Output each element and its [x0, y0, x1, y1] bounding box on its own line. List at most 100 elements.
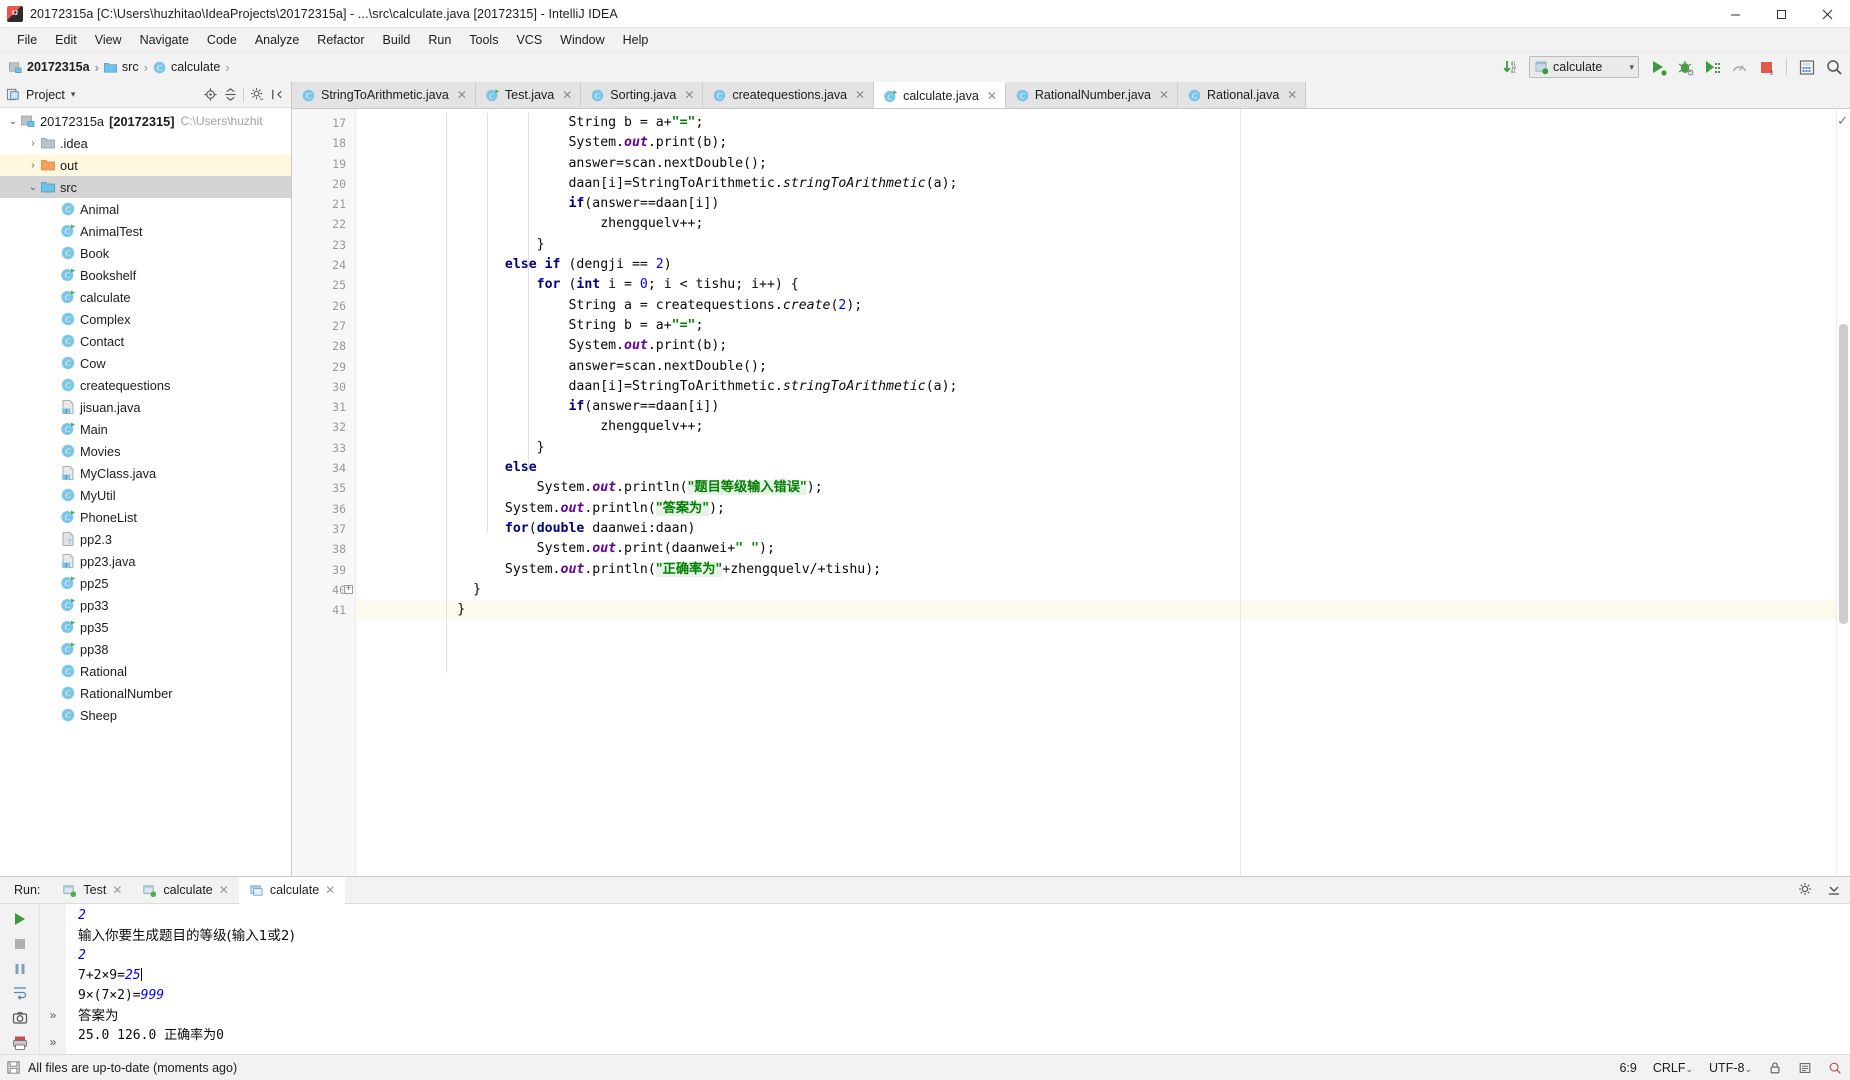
code-line[interactable]: System.out.print(daanwei+" "); [356, 539, 1836, 559]
close-icon[interactable]: ✕ [562, 88, 572, 102]
code-line[interactable]: else if (dengji == 2) [356, 255, 1836, 275]
tree-item-pp38[interactable]: Cpp38 [0, 638, 291, 660]
settings-icon[interactable] [247, 85, 267, 105]
lock-icon[interactable] [1768, 1061, 1782, 1075]
chevron-right-icon[interactable]: › [26, 160, 40, 171]
tree-item-animal[interactable]: C Animal [0, 198, 291, 220]
close-icon[interactable]: ✕ [112, 883, 122, 897]
expand-left-icon[interactable]: » [40, 1003, 66, 1027]
run-tab-calculate[interactable]: calculate ✕ [238, 876, 346, 904]
tree-item--idea[interactable]: › .idea [0, 132, 291, 154]
wrap-text-icon[interactable] [7, 982, 33, 1005]
minimize-button[interactable] [1712, 0, 1758, 28]
tree-item-contact[interactable]: C Contact [0, 330, 291, 352]
code-line[interactable]: for (int i = 0; i < tishu; i++) { [356, 275, 1836, 295]
code-line[interactable]: } [356, 600, 1836, 621]
code-line[interactable]: String b = a+"="; [356, 316, 1836, 336]
editor-tab-calculate-java[interactable]: Ccalculate.java ✕ [874, 82, 1006, 108]
tree-item-main[interactable]: C Main [0, 418, 291, 440]
line-number-gutter[interactable]: 17 18 19 20 21 22 23 24 25 26 27 28 29 30 31 32 33 34 35 36… [292, 109, 356, 876]
locate-icon[interactable] [200, 85, 220, 105]
tree-item-cow[interactable]: C Cow [0, 352, 291, 374]
chevron-right-icon[interactable]: › [26, 138, 40, 149]
menu-item-code[interactable]: Code [198, 30, 246, 50]
tree-item-jisuan-java[interactable]: Jjisuan.java [0, 396, 291, 418]
find-icon[interactable] [1822, 55, 1846, 79]
tree-item-phonelist[interactable]: C PhoneList [0, 506, 291, 528]
menu-item-build[interactable]: Build [374, 30, 420, 50]
code-line[interactable]: else [356, 458, 1836, 478]
project-tree[interactable]: ⌄ 20172315a [20172315] C:\Users\huzhit › .ide… [0, 108, 291, 876]
close-icon[interactable]: ✕ [1287, 88, 1297, 102]
tree-item-createquestions[interactable]: Ccreatequestions [0, 374, 291, 396]
tree-item-pp33[interactable]: Cpp33 [0, 594, 291, 616]
code-line[interactable]: System.out.print(b); [356, 336, 1836, 356]
chevron-down-icon[interactable]: ▾ [71, 89, 76, 100]
close-icon[interactable]: ✕ [684, 88, 694, 102]
code-line[interactable]: System.out.println("正确率为"+zhengquelv/+ti… [356, 560, 1836, 580]
print-icon[interactable] [7, 1031, 33, 1054]
code-line[interactable]: daan[i]=StringToArithmetic.stringToArith… [356, 174, 1836, 194]
code-line[interactable]: System.out.println("答案为"); [356, 499, 1836, 519]
menu-item-tools[interactable]: Tools [460, 30, 507, 50]
event-log-icon[interactable] [1798, 1061, 1812, 1075]
debug-icon[interactable] [1673, 55, 1697, 79]
code-line[interactable]: zhengquelv++; [356, 417, 1836, 437]
breadcrumb-item-src[interactable]: src › [103, 60, 152, 75]
menu-item-vcs[interactable]: VCS [507, 30, 551, 50]
tree-item-src[interactable]: ⌄ src [0, 176, 291, 198]
maximize-button[interactable] [1758, 0, 1804, 28]
tree-item-rational[interactable]: C Rational [0, 660, 291, 682]
caret-position[interactable]: 6:9 [1619, 1061, 1636, 1075]
hide-panel-icon[interactable] [1824, 880, 1844, 900]
code-line[interactable]: String b = a+"="; [356, 113, 1836, 133]
close-icon[interactable]: ✕ [1159, 88, 1169, 102]
rerun-icon[interactable] [7, 908, 33, 931]
editor-scrollbar[interactable] [1837, 109, 1850, 876]
profile-icon[interactable] [1727, 55, 1751, 79]
menu-item-run[interactable]: Run [419, 30, 460, 50]
close-icon[interactable]: ✕ [855, 88, 865, 102]
run-coverage-icon[interactable] [1700, 55, 1724, 79]
code-line[interactable]: for(double daanwei:daan) [356, 519, 1836, 539]
tree-item-rationalnumber[interactable]: C RationalNumber [0, 682, 291, 704]
line-separator[interactable]: CRLF⌄ [1653, 1061, 1693, 1075]
tree-item-bookshelf[interactable]: C Bookshelf [0, 264, 291, 286]
run-tab-test[interactable]: Test ✕ [52, 877, 132, 904]
breadcrumb-item-20172315a[interactable]: 20172315a › [8, 60, 103, 75]
close-icon[interactable]: ✕ [219, 883, 229, 897]
tree-item-movies[interactable]: C Movies [0, 440, 291, 462]
breadcrumb-item-calculate[interactable]: Ccalculate › [152, 60, 234, 75]
run-tab-calculate[interactable]: calculate ✕ [132, 877, 238, 904]
editor-tab-sorting-java[interactable]: C Sorting.java ✕ [581, 82, 704, 108]
run-configuration-selector[interactable]: calculate ▾ [1529, 56, 1639, 78]
code-line[interactable]: System.out.println("题目等级输入错误"); [356, 478, 1836, 498]
menu-item-refactor[interactable]: Refactor [308, 30, 373, 50]
code-line[interactable]: daan[i]=StringToArithmetic.stringToArith… [356, 377, 1836, 397]
menu-item-view[interactable]: View [86, 30, 131, 50]
code-line[interactable]: System.out.print(b); [356, 133, 1836, 153]
menu-item-window[interactable]: Window [551, 30, 613, 50]
tree-item-calculate[interactable]: Ccalculate [0, 286, 291, 308]
stop-icon[interactable]: 2 [1754, 55, 1778, 79]
code-editor[interactable]: String b = a+"="; System.out.print(b); a… [356, 109, 1836, 876]
pause-icon[interactable] [7, 957, 33, 980]
menu-item-navigate[interactable]: Navigate [131, 30, 198, 50]
tree-item-pp35[interactable]: Cpp35 [0, 616, 291, 638]
close-icon[interactable]: ✕ [457, 88, 467, 102]
collapse-all-icon[interactable] [220, 85, 240, 105]
console-output[interactable]: 2 输入你要生成题目的等级(输入1或2) 2 7+2×9=25 9×(7×2)=999 答… [66, 904, 1850, 1054]
tree-item-animaltest[interactable]: C AnimalTest [0, 220, 291, 242]
search-everywhere-icon[interactable] [1795, 55, 1819, 79]
hide-icon[interactable] [267, 85, 287, 105]
close-icon[interactable]: ✕ [987, 89, 997, 103]
close-button[interactable] [1804, 0, 1850, 28]
tree-item-pp23-java[interactable]: Jpp23.java [0, 550, 291, 572]
menu-item-file[interactable]: File [8, 30, 46, 50]
tree-item-pp25[interactable]: Cpp25 [0, 572, 291, 594]
code-line[interactable]: answer=scan.nextDouble(); [356, 357, 1836, 377]
editor-scrollbar-thumb[interactable] [1839, 324, 1848, 624]
menu-item-analyze[interactable]: Analyze [246, 30, 308, 50]
code-line[interactable]: } [356, 580, 1836, 600]
menu-item-help[interactable]: Help [614, 30, 658, 50]
